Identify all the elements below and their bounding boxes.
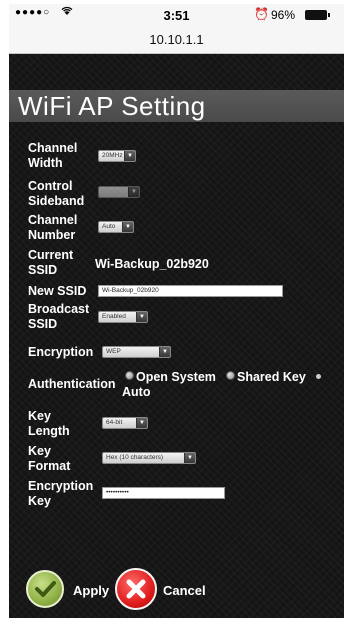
key-length-label-line2: Length: [28, 424, 70, 438]
encryption-key-label-line1: Encryption: [28, 479, 94, 493]
radio-shared-key[interactable]: [226, 371, 235, 380]
radio-auto[interactable]: [316, 374, 321, 379]
current-ssid-label-line2: SSID: [28, 263, 58, 277]
new-ssid-label: New SSID: [28, 284, 87, 298]
checkmark-icon[interactable]: [26, 570, 64, 608]
key-length-value: 64-bit: [106, 419, 123, 426]
encryption-value: WEP: [106, 348, 121, 355]
channel-width-value: 20MHz: [102, 152, 123, 159]
page-header: WiFi AP Setting: [9, 90, 344, 122]
cancel-button[interactable]: Cancel: [163, 583, 206, 598]
channel-width-select[interactable]: 20MHz ▼: [98, 150, 136, 162]
radio-auto-label: Auto: [122, 385, 151, 399]
chevron-down-icon: ▼: [122, 222, 133, 232]
encryption-key-label-line2: Key: [28, 494, 51, 508]
apply-button[interactable]: Apply: [73, 583, 109, 598]
channel-width-label-line2: Width: [28, 156, 63, 170]
radio-open-system[interactable]: [125, 371, 134, 380]
chevron-down-icon: ▼: [128, 187, 139, 197]
control-sideband-select[interactable]: ▼: [98, 186, 140, 198]
new-ssid-input-value: Wi-Backup_02b920: [102, 287, 159, 294]
current-ssid-value: Wi-Backup_02b920: [95, 257, 209, 271]
key-format-value: Hex (10 characters): [106, 454, 164, 461]
channel-number-label-line1: Channel: [28, 213, 78, 227]
key-length-select[interactable]: 64-bit ▼: [102, 417, 148, 429]
authentication-label: Authentication: [28, 377, 116, 391]
close-icon[interactable]: [115, 568, 157, 610]
channel-number-select[interactable]: Auto ▼: [98, 221, 134, 233]
battery-icon: [305, 10, 330, 20]
broadcast-ssid-select[interactable]: Enabled ▼: [98, 311, 148, 323]
channel-number-value: Auto: [102, 223, 116, 230]
encryption-key-input[interactable]: ••••••••••: [102, 487, 225, 499]
chevron-down-icon: ▼: [136, 312, 147, 322]
channel-number-label-line2: Number: [28, 228, 76, 242]
encryption-key-input-value: ••••••••••: [106, 489, 129, 496]
new-ssid-input[interactable]: Wi-Backup_02b920: [98, 285, 283, 297]
channel-width-label-line1: Channel: [28, 141, 78, 155]
battery-percent: 96%: [271, 8, 296, 22]
status-bar: ●●●●○ 3:51 ⏰ 96%: [9, 4, 344, 26]
key-format-select[interactable]: Hex (10 characters) ▼: [102, 452, 196, 464]
encryption-select[interactable]: WEP ▼: [102, 346, 171, 358]
page-content: WiFi AP Setting Channel Width 20MHz ▼ Co…: [9, 54, 344, 618]
phone-screen: ●●●●○ 3:51 ⏰ 96% 10.10.1.1 WiFi AP Setti…: [9, 4, 344, 618]
page-title: WiFi AP Setting: [18, 91, 206, 121]
key-format-label-line1: Key: [28, 444, 51, 458]
encryption-label: Encryption: [28, 345, 94, 359]
chevron-down-icon: ▼: [159, 347, 170, 357]
address-bar[interactable]: 10.10.1.1: [9, 26, 344, 54]
key-length-label-line1: Key: [28, 409, 51, 423]
current-ssid-label-line1: Current: [28, 248, 74, 262]
broadcast-ssid-label-line2: SSID: [28, 317, 58, 331]
broadcast-ssid-label-line1: Broadcast: [28, 302, 90, 316]
chevron-down-icon: ▼: [184, 453, 195, 463]
broadcast-ssid-value: Enabled: [102, 313, 126, 320]
control-sideband-label-line2: Sideband: [28, 194, 85, 208]
key-format-label-line2: Format: [28, 459, 71, 473]
alarm-icon: ⏰: [254, 7, 269, 21]
control-sideband-label-line1: Control: [28, 179, 73, 193]
radio-shared-key-label: Shared Key: [237, 370, 306, 384]
radio-open-system-label: Open System: [136, 370, 216, 384]
url-text: 10.10.1.1: [149, 32, 204, 47]
chevron-down-icon: ▼: [136, 418, 147, 428]
chevron-down-icon: ▼: [124, 151, 135, 161]
